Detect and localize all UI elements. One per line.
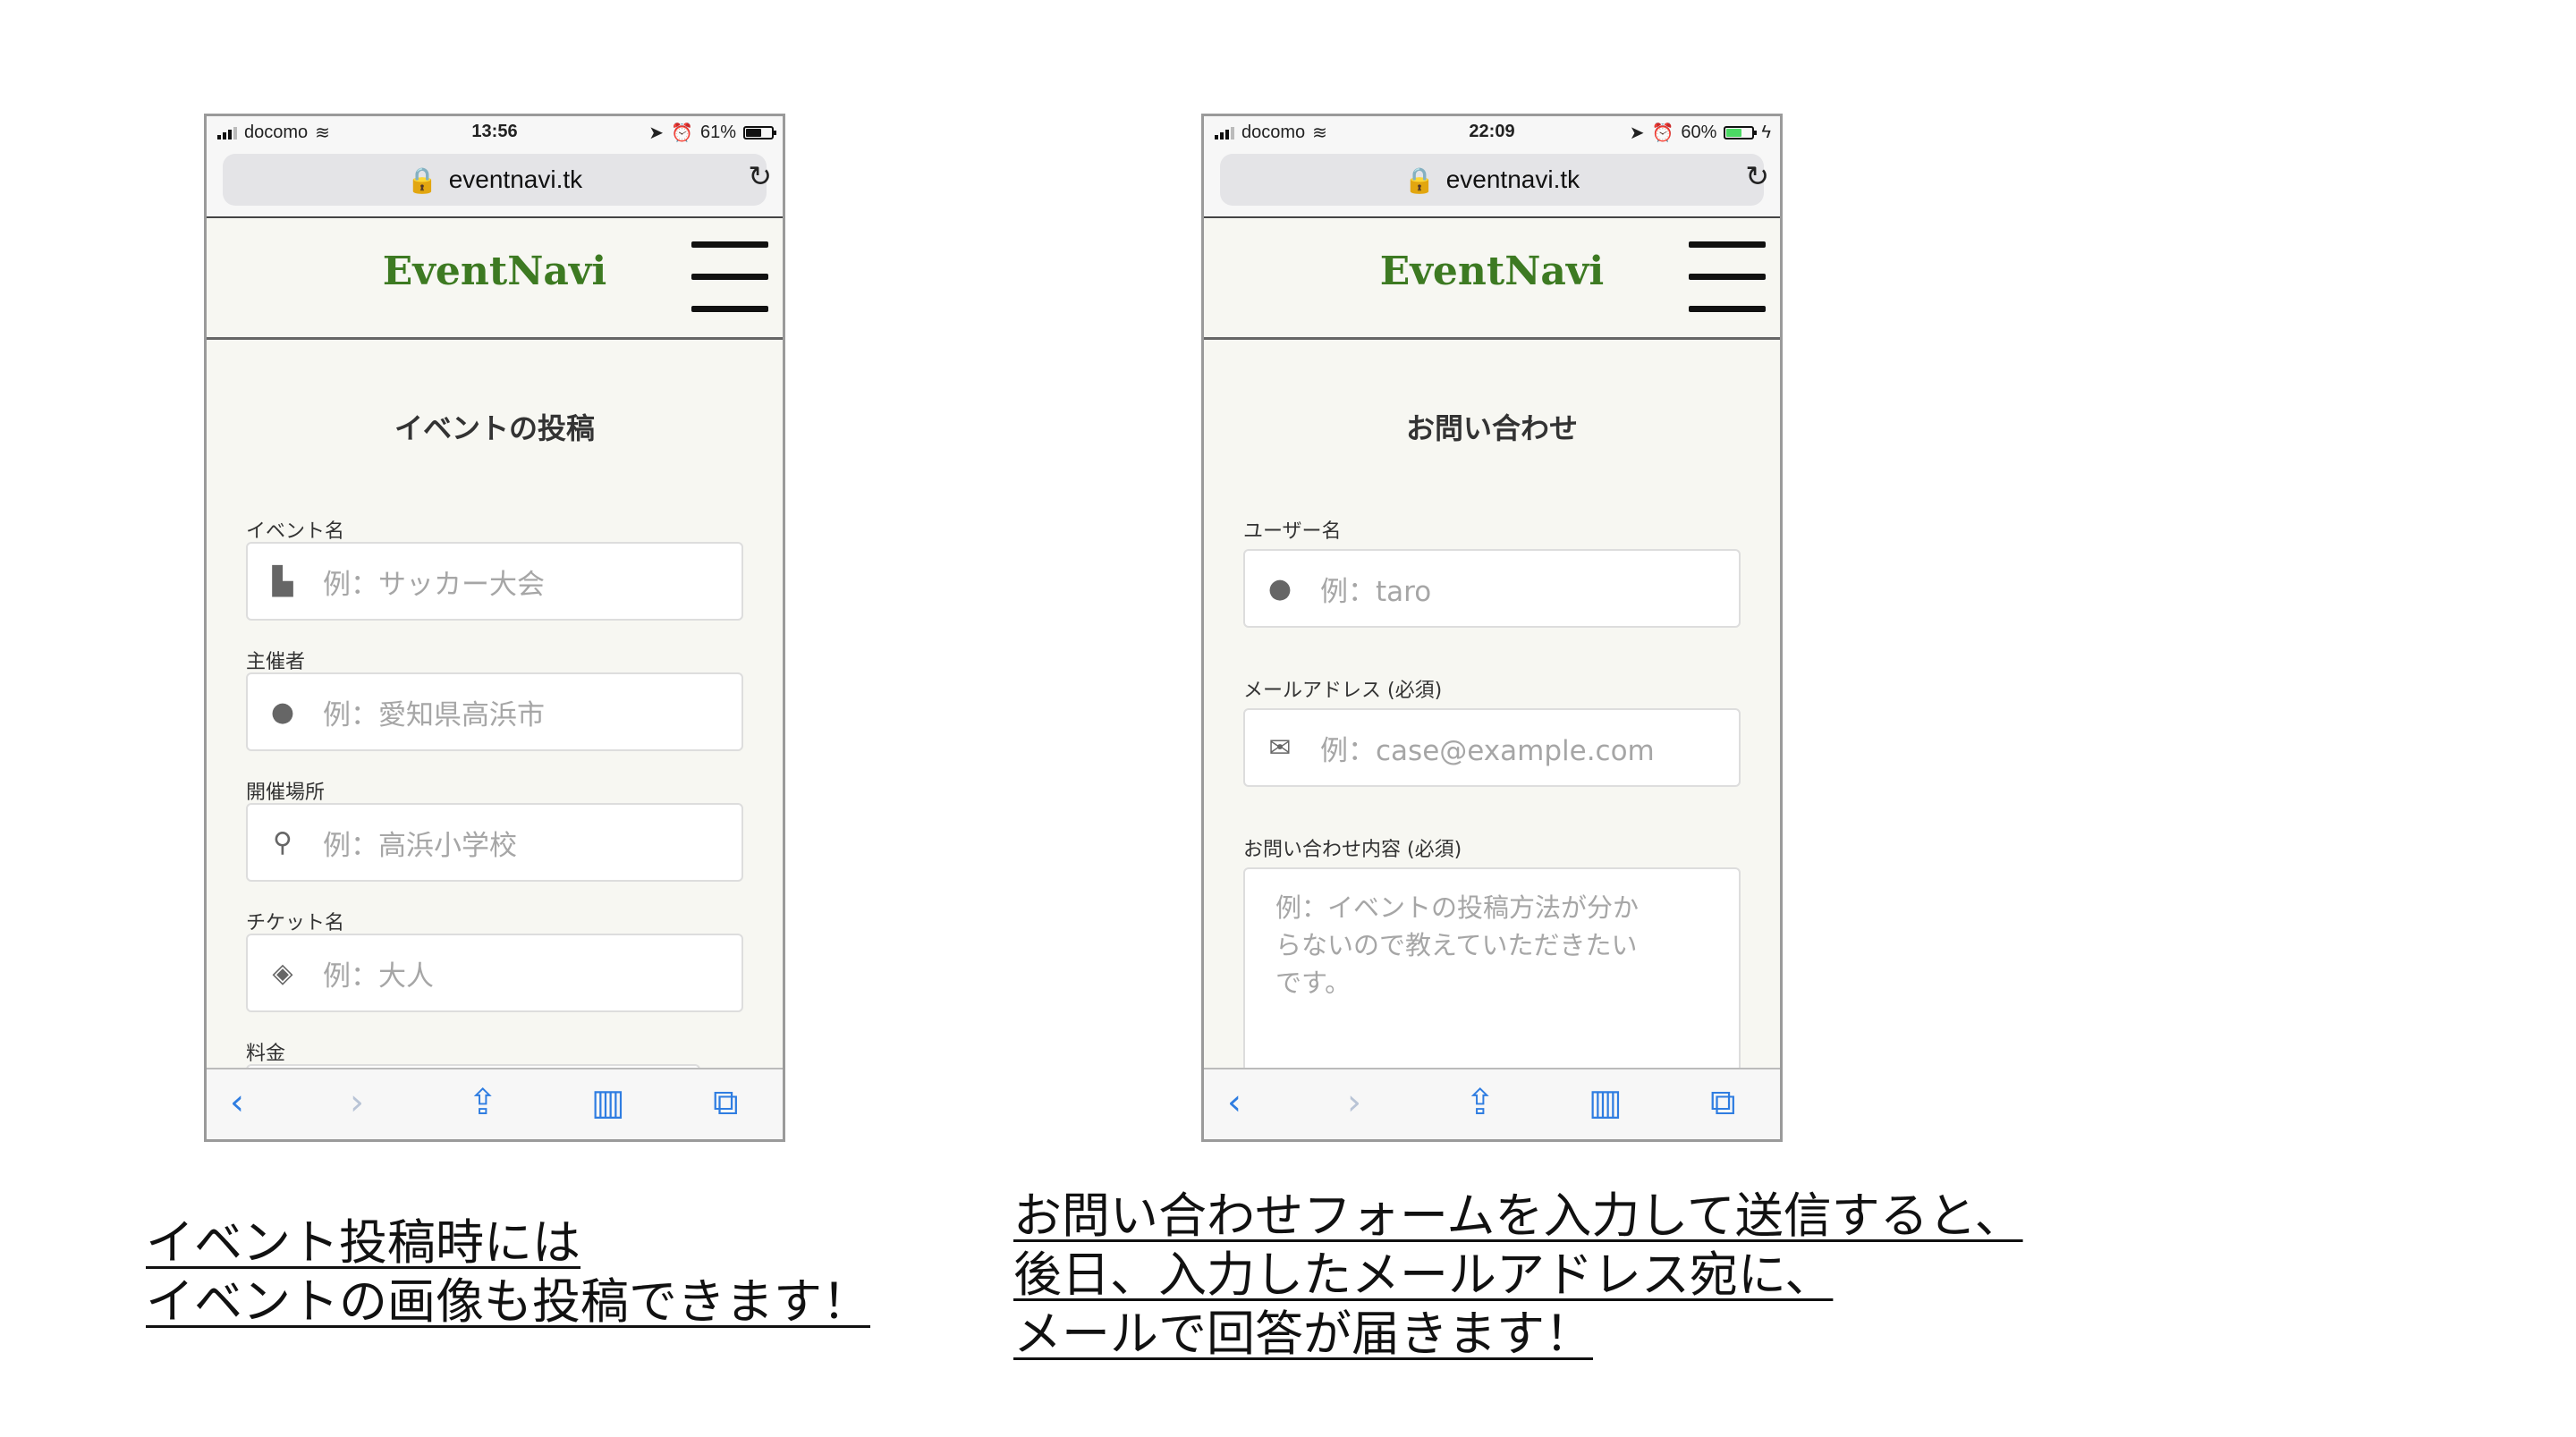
address-bar: 🔒 eventnavi.tk ↻ <box>1204 147 1780 218</box>
input-placeholder: 例：taro <box>1320 575 1432 608</box>
bookmarks-icon[interactable]: ▥ <box>1589 1082 1623 1123</box>
phone-screenshot-contact: docomo ≋ 22:09 ➤ ⏰ 60% ϟ 🔒 eventnavi.tk … <box>1201 114 1783 1142</box>
charging-icon: ϟ <box>1761 123 1771 142</box>
ticket-name-input[interactable]: ◈ 例：大人 <box>246 934 743 1012</box>
bookmarks-icon[interactable]: ▥ <box>591 1082 625 1123</box>
venue-input[interactable]: ⚲ 例：高浜小学校 <box>246 803 743 882</box>
forward-icon[interactable]: › <box>350 1082 364 1123</box>
input-placeholder: 例：大人 <box>323 959 434 993</box>
browser-toolbar: ‹ › ⇪ ▥ ⧉ <box>207 1068 783 1139</box>
field-label-inquiry: お問い合わせ内容 (必須) <box>1243 839 1462 861</box>
tabs-icon[interactable]: ⧉ <box>713 1082 739 1123</box>
battery-icon <box>743 126 776 139</box>
username-input[interactable]: ● 例：taro <box>1243 549 1741 628</box>
phone-screenshot-event-post: docomo ≋ 13:56 ➤ ⏰ 61% 🔒 eventnavi.tk ↻ … <box>204 114 785 1142</box>
organizer-input[interactable]: ● 例：愛知県高浜市 <box>246 672 743 751</box>
site-header: EventNavi <box>207 218 783 340</box>
site-header: EventNavi <box>1204 218 1780 340</box>
caption-line: お問い合わせフォームを入力して送信すると、 <box>1013 1189 2023 1243</box>
form-content: イベントの投稿 イベント名 ▙ 例：サッカー大会 主催者 ● 例：愛知県高浜市 … <box>207 340 783 1139</box>
field-label-username: ユーザー名 <box>1243 520 1342 543</box>
reload-icon[interactable]: ↻ <box>748 159 772 193</box>
url-text: eventnavi.tk <box>1445 165 1580 193</box>
user-icon: ● <box>1267 572 1292 604</box>
caption-contact: お問い合わせフォームを入力して送信すると、 後日、入力したメールアドレス宛に、 … <box>1013 1187 2023 1364</box>
forward-icon[interactable]: › <box>1347 1082 1361 1123</box>
share-icon[interactable]: ⇪ <box>468 1082 498 1123</box>
battery-percent: 60% <box>1681 123 1717 142</box>
page-title: イベントの投稿 <box>394 411 595 445</box>
status-bar: docomo ≋ 13:56 ➤ ⏰ 61% <box>207 116 783 147</box>
back-icon[interactable]: ‹ <box>230 1082 244 1123</box>
url-field[interactable]: 🔒 eventnavi.tk <box>1220 154 1764 206</box>
input-placeholder: 例：case@example.com <box>1320 734 1655 767</box>
battery-percent: 61% <box>699 123 736 142</box>
browser-toolbar: ‹ › ⇪ ▥ ⧉ <box>1204 1068 1780 1139</box>
field-label-organizer: 主催者 <box>246 651 306 673</box>
tabs-icon[interactable]: ⧉ <box>1710 1082 1736 1123</box>
envelope-icon: ✉ <box>1268 731 1292 764</box>
alarm-icon: ⏰ <box>671 123 693 143</box>
caption-line: イベントの画像も投稿できます！ <box>146 1275 870 1329</box>
lock-icon: 🔒 <box>1403 165 1436 194</box>
field-label-email: メールアドレス (必須) <box>1243 680 1443 702</box>
location-icon: ➤ <box>648 123 665 143</box>
file-icon: ▙ <box>272 565 293 597</box>
input-placeholder: 例：愛知県高浜市 <box>323 698 545 731</box>
field-label-venue: 開催場所 <box>246 782 326 804</box>
address-bar: 🔒 eventnavi.tk ↻ <box>207 147 783 218</box>
page-title: お問い合わせ <box>1405 411 1578 445</box>
user-icon: ● <box>270 696 295 728</box>
ticket-icon: ◈ <box>272 957 293 989</box>
inquiry-textarea[interactable]: 例：イベントの投稿方法が分か らないので教えていただきたい です。 <box>1243 867 1741 1100</box>
textarea-placeholder-line: らないので教えていただきたい <box>1275 930 1638 960</box>
email-input[interactable]: ✉ 例：case@example.com <box>1243 708 1741 787</box>
hamburger-menu-icon[interactable] <box>1689 241 1766 313</box>
lock-icon: 🔒 <box>406 165 438 194</box>
field-label-price: 料金 <box>246 1043 286 1065</box>
caption-event-post: イベント投稿時には イベントの画像も投稿できます！ <box>146 1213 870 1331</box>
input-placeholder: 例：サッカー大会 <box>323 568 545 601</box>
battery-icon <box>1724 126 1758 139</box>
input-placeholder: 例：高浜小学校 <box>323 829 517 862</box>
back-icon[interactable]: ‹ <box>1227 1082 1241 1123</box>
field-label-ticket-name: チケット名 <box>246 912 345 934</box>
url-text: eventnavi.tk <box>448 165 583 193</box>
caption-line: 後日、入力したメールアドレス宛に、 <box>1013 1248 1834 1302</box>
caption-line: イベント投稿時には <box>146 1216 580 1270</box>
textarea-placeholder-line: 例：イベントの投稿方法が分か <box>1275 892 1640 923</box>
url-field[interactable]: 🔒 eventnavi.tk <box>223 154 767 206</box>
caption-line: メールで回答が届きます！ <box>1013 1307 1593 1361</box>
field-label-event-name: イベント名 <box>246 520 345 543</box>
alarm-icon: ⏰ <box>1651 123 1674 143</box>
form-content: お問い合わせ ユーザー名 ● 例：taro メールアドレス (必須) ✉ 例：c… <box>1204 340 1780 1100</box>
reload-icon[interactable]: ↻ <box>1745 159 1769 193</box>
event-name-input[interactable]: ▙ 例：サッカー大会 <box>246 542 743 621</box>
map-pin-icon: ⚲ <box>273 826 292 858</box>
status-bar: docomo ≋ 22:09 ➤ ⏰ 60% ϟ <box>1204 116 1780 147</box>
textarea-placeholder-line: です。 <box>1275 968 1352 998</box>
share-icon[interactable]: ⇪ <box>1465 1082 1496 1123</box>
location-icon: ➤ <box>1629 123 1645 143</box>
hamburger-menu-icon[interactable] <box>691 241 768 313</box>
